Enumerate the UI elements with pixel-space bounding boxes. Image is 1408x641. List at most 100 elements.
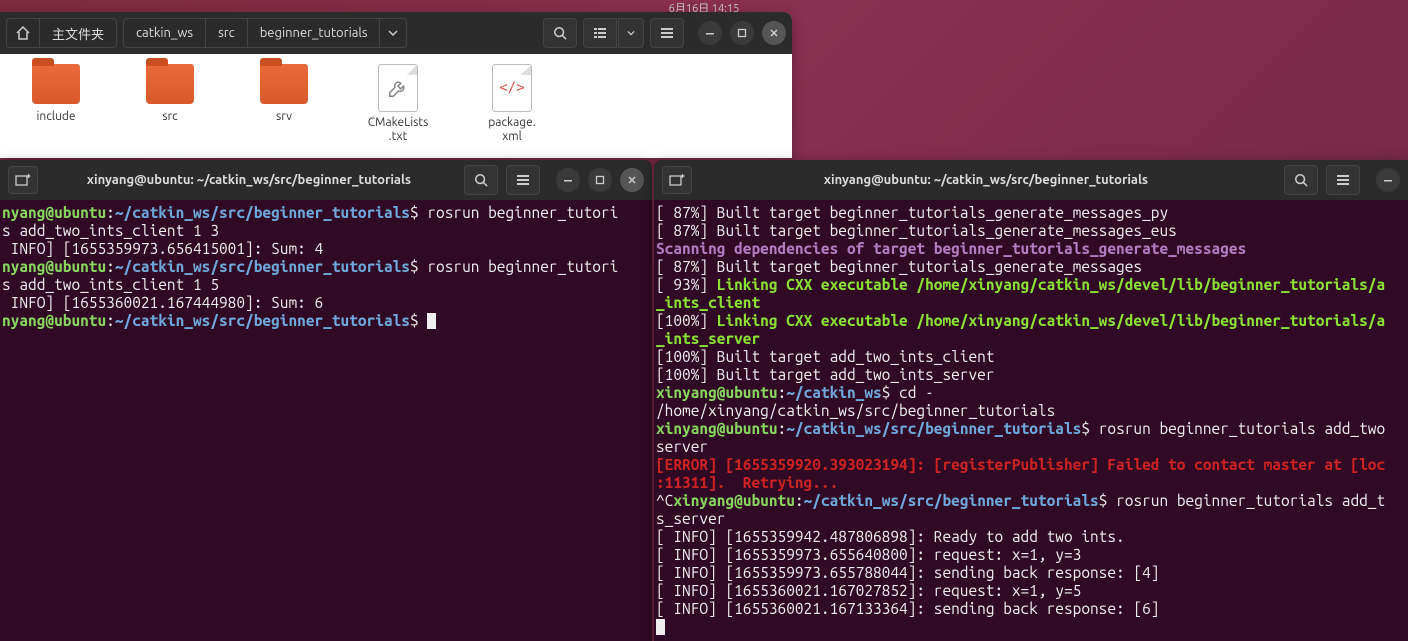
folder-src[interactable]: src (130, 64, 210, 158)
hamburger-menu-button[interactable] (506, 165, 540, 195)
minimize-button[interactable] (698, 21, 722, 45)
chevron-down-icon (627, 29, 635, 37)
folder-icon (146, 64, 194, 104)
breadcrumb-home-label[interactable]: 主文件夹 (40, 19, 116, 47)
search-icon (1294, 173, 1308, 187)
prompt-user: xinyang@ubuntu (673, 492, 795, 509)
breadcrumb-src[interactable]: src (206, 19, 248, 47)
folder-include[interactable]: include (16, 64, 96, 158)
cmd-text: s add_two_ints_client 1 5 (2, 276, 219, 293)
hamburger-icon (1336, 173, 1350, 187)
maximize-icon (737, 28, 747, 38)
file-label: srv (276, 110, 292, 124)
close-icon (627, 175, 637, 185)
minimize-button[interactable] (1376, 168, 1400, 192)
new-tab-button[interactable] (662, 166, 692, 194)
folder-srv[interactable]: srv (244, 64, 324, 158)
file-manager-window: 主文件夹 catkin_ws src beginner_tutorials (0, 12, 792, 158)
prompt-path: ~/catkin_ws/src/beginner_tutorials (786, 420, 1081, 437)
cmd-text: $ rosrun beginner_tutorials add_t (1099, 492, 1385, 509)
output-line: INFO] [1655359973.656415001]: Sum: 4 (2, 240, 323, 257)
file-label: src (162, 110, 177, 124)
view-dropdown-button[interactable] (618, 18, 644, 48)
wrench-icon (387, 77, 409, 99)
prompt-path: ~/catkin_ws/src/beginner_tutorials (804, 492, 1099, 509)
output-line: [ INFO] [1655360021.167133364]: sending … (656, 600, 1159, 617)
file-manager-header: 主文件夹 catkin_ws src beginner_tutorials (0, 12, 792, 54)
search-button[interactable] (1284, 165, 1318, 195)
prompt-path: ~/catkin_ws/src/beginner_tutorials (115, 204, 410, 221)
output-line: [ INFO] [1655359942.487806898]: Ready to… (656, 528, 1125, 545)
output-line: [ 87%] Built target beginner_tutorials_g… (656, 204, 1168, 221)
minimize-icon (563, 175, 573, 185)
output-line: _ints_server (656, 330, 760, 347)
output-line: server (656, 438, 708, 455)
top-clock: 6月16日 14:15 (0, 0, 1408, 8)
hamburger-menu-button[interactable] (1326, 165, 1360, 195)
cmd-text: rosrun beginner_tutori (419, 204, 619, 221)
close-button[interactable] (762, 21, 786, 45)
breadcrumb-catkin-ws[interactable]: catkin_ws (124, 19, 206, 47)
file-label: include (37, 110, 76, 124)
terminal-right-body[interactable]: [ 87%] Built target beginner_tutorials_g… (654, 200, 1408, 641)
terminal-right-title: xinyang@ubuntu: ~/catkin_ws/src/beginner… (696, 173, 1276, 187)
terminal-left-title: xinyang@ubuntu: ~/catkin_ws/src/beginner… (42, 173, 456, 187)
terminal-left-header: xinyang@ubuntu: ~/catkin_ws/src/beginner… (0, 160, 652, 200)
prompt-user: nyang@ubuntu (2, 312, 106, 329)
prompt-user: nyang@ubuntu (2, 204, 106, 221)
cmd-text: rosrun beginner_tutori (419, 258, 619, 275)
output-line: ^C (656, 492, 673, 509)
close-icon (769, 28, 779, 38)
hamburger-menu-button[interactable] (650, 18, 684, 48)
file-package-xml[interactable]: </> package. xml (472, 64, 552, 158)
minimize-icon (1383, 175, 1393, 185)
terminal-right-header: xinyang@ubuntu: ~/catkin_ws/src/beginner… (654, 160, 1408, 200)
new-tab-button[interactable] (8, 166, 38, 194)
output-line: Scanning dependencies of target beginner… (656, 240, 1246, 257)
home-icon (15, 25, 31, 41)
breadcrumb-home[interactable] (7, 19, 40, 47)
window-controls (556, 168, 644, 192)
close-button[interactable] (620, 168, 644, 192)
output-line: Linking CXX executable /home/xinyang/cat… (717, 276, 1385, 293)
minimize-button[interactable] (556, 168, 580, 192)
prompt-path: ~/catkin_ws/src/beginner_tutorials (115, 258, 410, 275)
file-cmakelists[interactable]: CMakeLists .txt (358, 64, 438, 158)
hamburger-icon (516, 173, 530, 187)
search-button[interactable] (464, 165, 498, 195)
breadcrumb: 主文件夹 (6, 18, 117, 48)
folder-icon (32, 64, 80, 104)
file-label: package. xml (488, 116, 535, 145)
search-icon (553, 26, 567, 40)
list-icon (593, 26, 607, 40)
terminal-left-body[interactable]: nyang@ubuntu:~/catkin_ws/src/beginner_tu… (0, 200, 652, 641)
cursor (427, 313, 436, 329)
file-label: CMakeLists .txt (368, 116, 429, 145)
output-line: Linking CXX executable /home/xinyang/cat… (717, 312, 1385, 329)
folder-icon (260, 64, 308, 104)
prompt-path: ~/catkin_ws/src/beginner_tutorials (115, 312, 410, 329)
maximize-button[interactable] (730, 21, 754, 45)
output-line: [ INFO] [1655360021.167027852]: request:… (656, 582, 1081, 599)
terminal-left-window: xinyang@ubuntu: ~/catkin_ws/src/beginner… (0, 160, 652, 641)
search-button[interactable] (543, 18, 577, 48)
maximize-button[interactable] (588, 168, 612, 192)
output-line: [ 93%] (656, 276, 717, 293)
breadcrumb-dropdown[interactable] (380, 19, 406, 47)
view-list-button[interactable] (583, 18, 617, 48)
textfile-icon (378, 64, 418, 112)
maximize-icon (595, 175, 605, 185)
output-line: [ 87%] Built target beginner_tutorials_g… (656, 258, 1142, 275)
prompt-path: ~/catkin_ws (786, 384, 881, 401)
output-line: [100%] Built target add_two_ints_client (656, 348, 995, 365)
output-line: [100%] (656, 312, 717, 329)
output-line: _ints_client (656, 294, 760, 311)
cmd-text: s add_two_ints_client 1 3 (2, 222, 219, 239)
breadcrumb-beginner-tutorials[interactable]: beginner_tutorials (248, 19, 381, 47)
prompt-user: xinyang@ubuntu (656, 420, 778, 437)
cmd-text: $ rosrun beginner_tutorials add_two (1081, 420, 1385, 437)
error-line: :11311]. Retrying... (656, 474, 838, 491)
output-line: [ INFO] [1655359973.655788044]: sending … (656, 564, 1159, 581)
prompt-user: xinyang@ubuntu (656, 384, 778, 401)
output-line: INFO] [1655360021.167444980]: Sum: 6 (2, 294, 323, 311)
